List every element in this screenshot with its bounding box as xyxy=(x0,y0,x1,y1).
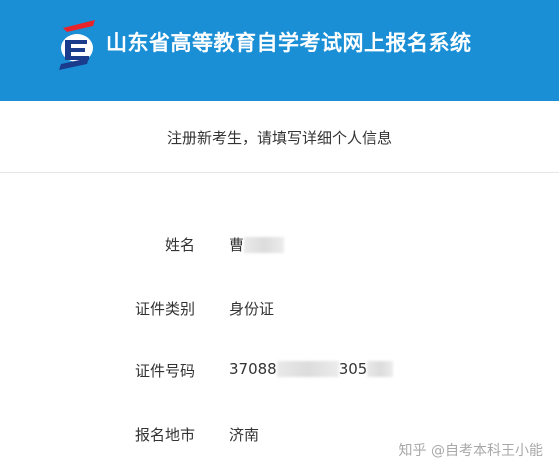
id-type-label: 证件类别 xyxy=(134,300,195,318)
site-title: 山东省高等教育自学考试网上报名系统 xyxy=(106,31,472,55)
id-number-value: 37088 305 xyxy=(229,360,394,378)
id-type-value: 身份证 xyxy=(229,300,275,318)
form-instruction-bar: 注册新考生，请填写详细个人信息 xyxy=(0,101,559,173)
redaction-blur xyxy=(276,361,339,377)
id-number-label: 证件号码 xyxy=(134,362,195,380)
name-value-visible: 曹 xyxy=(229,236,245,254)
exam-logo-icon xyxy=(59,20,95,70)
app-header: 山东省高等教育自学考试网上报名系统 xyxy=(0,0,559,101)
form-instruction: 注册新考生，请填写详细个人信息 xyxy=(166,129,392,147)
form-row-id-number: 证件号码 37088 305 xyxy=(0,356,559,384)
redaction-blur xyxy=(367,361,394,377)
city-label: 报名地市 xyxy=(134,426,195,444)
city-value: 济南 xyxy=(229,426,260,444)
redaction-blur xyxy=(244,237,285,253)
name-value: 曹 xyxy=(229,234,285,255)
form-row-name: 姓名 曹 xyxy=(0,230,559,258)
name-label: 姓名 xyxy=(164,236,195,254)
form-row-id-type: 证件类别 身份证 xyxy=(0,294,559,322)
id-number-suffix: 305 xyxy=(338,360,368,378)
watermark: 知乎 @自考本科王小能 xyxy=(398,443,543,459)
id-number-prefix: 37088 xyxy=(229,360,277,378)
